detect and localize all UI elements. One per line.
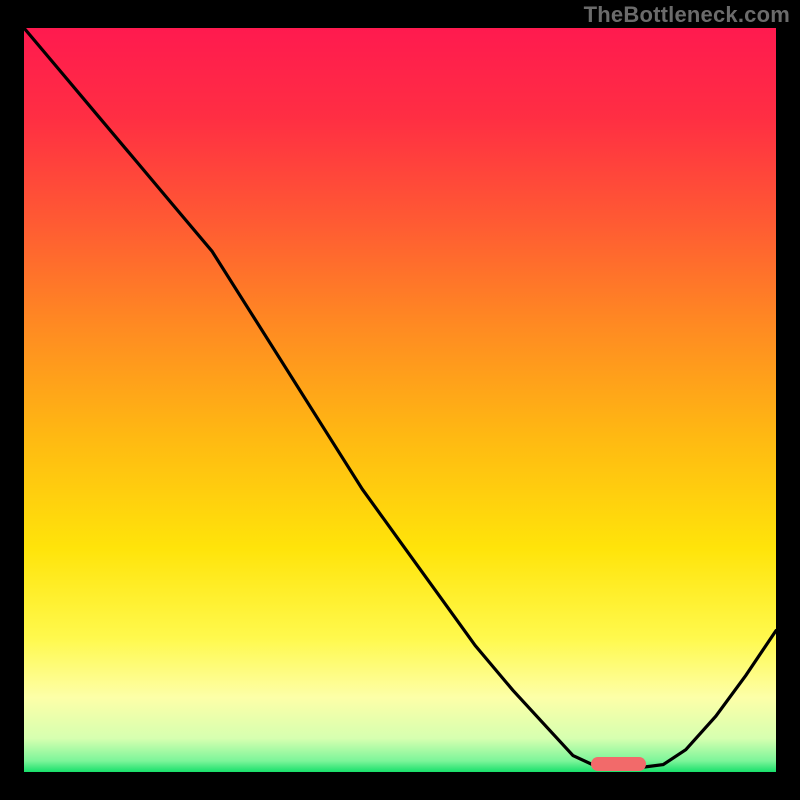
plot-background	[24, 28, 776, 772]
optimal-marker	[591, 757, 646, 771]
watermark-text: TheBottleneck.com	[584, 2, 790, 28]
chart-stage: { "watermark": "TheBottleneck.com", "col…	[0, 0, 800, 800]
chart-svg	[0, 0, 800, 800]
